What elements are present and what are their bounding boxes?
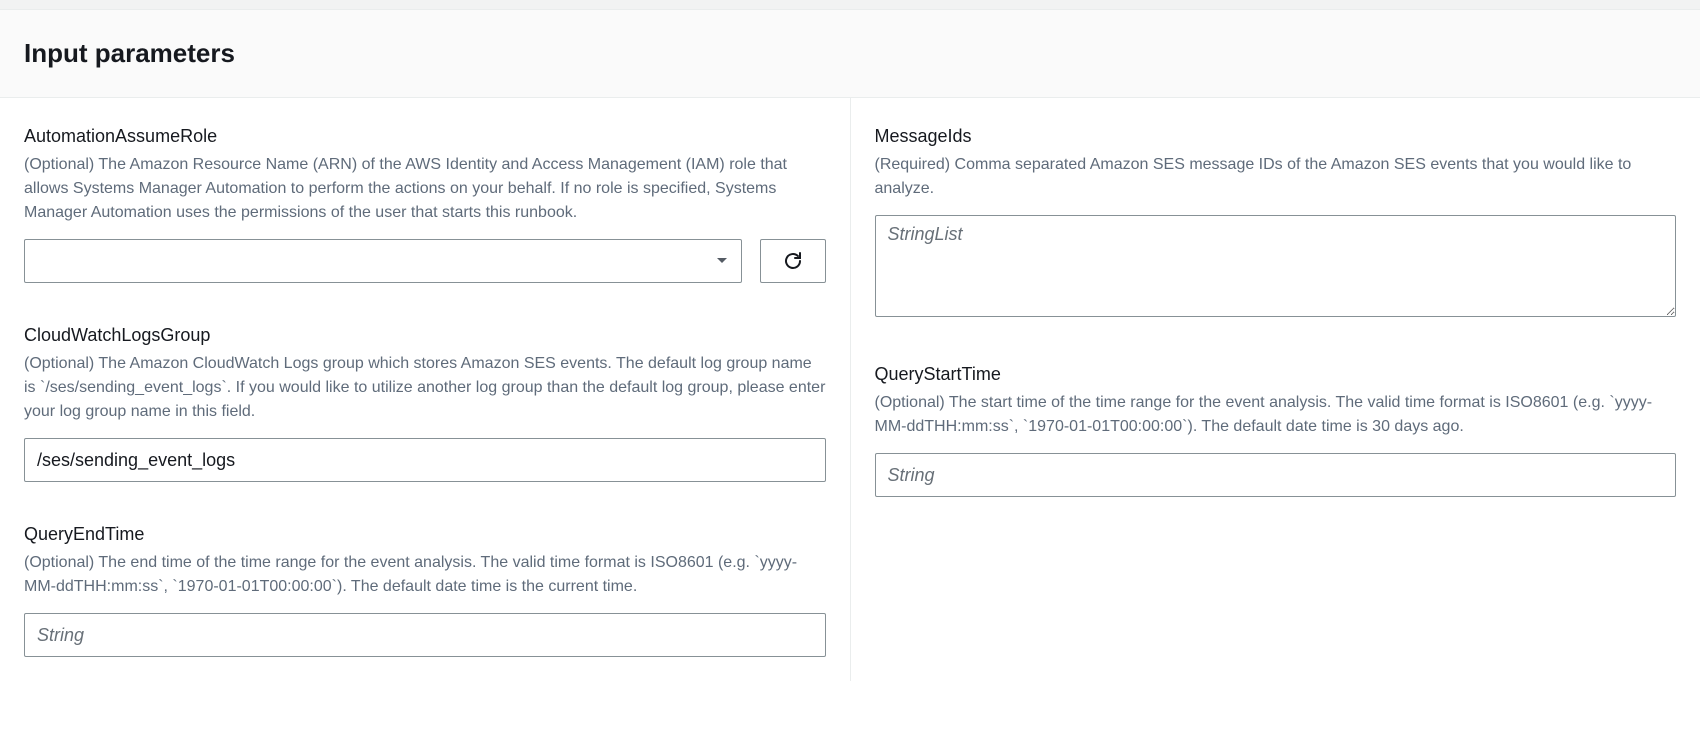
label-query-end-time: QueryEndTime bbox=[24, 524, 826, 545]
select-automation-assume-role[interactable] bbox=[24, 239, 742, 283]
desc-query-start-time: (Optional) The start time of the time ra… bbox=[875, 391, 1677, 439]
input-query-start-time[interactable] bbox=[875, 453, 1677, 497]
label-cloudwatch-logs-group: CloudWatchLogsGroup bbox=[24, 325, 826, 346]
desc-query-end-time: (Optional) The end time of the time rang… bbox=[24, 551, 826, 599]
refresh-icon bbox=[783, 251, 803, 271]
page-title: Input parameters bbox=[24, 38, 1676, 69]
textarea-message-ids[interactable] bbox=[875, 215, 1677, 317]
desc-automation-assume-role: (Optional) The Amazon Resource Name (ARN… bbox=[24, 153, 826, 225]
desc-message-ids: (Required) Comma separated Amazon SES me… bbox=[875, 153, 1677, 201]
left-column: AutomationAssumeRole (Optional) The Amaz… bbox=[0, 98, 851, 681]
label-automation-assume-role: AutomationAssumeRole bbox=[24, 126, 826, 147]
field-automation-assume-role: AutomationAssumeRole (Optional) The Amaz… bbox=[24, 126, 826, 283]
field-cloudwatch-logs-group: CloudWatchLogsGroup (Optional) The Amazo… bbox=[24, 325, 826, 482]
top-bar bbox=[0, 0, 1700, 10]
label-query-start-time: QueryStartTime bbox=[875, 364, 1677, 385]
input-query-end-time[interactable] bbox=[24, 613, 826, 657]
desc-cloudwatch-logs-group: (Optional) The Amazon CloudWatch Logs gr… bbox=[24, 352, 826, 424]
field-message-ids: MessageIds (Required) Comma separated Am… bbox=[875, 126, 1677, 322]
refresh-button[interactable] bbox=[760, 239, 826, 283]
label-message-ids: MessageIds bbox=[875, 126, 1677, 147]
input-cloudwatch-logs-group[interactable] bbox=[24, 438, 826, 482]
field-query-end-time: QueryEndTime (Optional) The end time of … bbox=[24, 524, 826, 657]
field-query-start-time: QueryStartTime (Optional) The start time… bbox=[875, 364, 1677, 497]
panel-header: Input parameters bbox=[0, 10, 1700, 98]
right-column: MessageIds (Required) Comma separated Am… bbox=[851, 98, 1700, 681]
